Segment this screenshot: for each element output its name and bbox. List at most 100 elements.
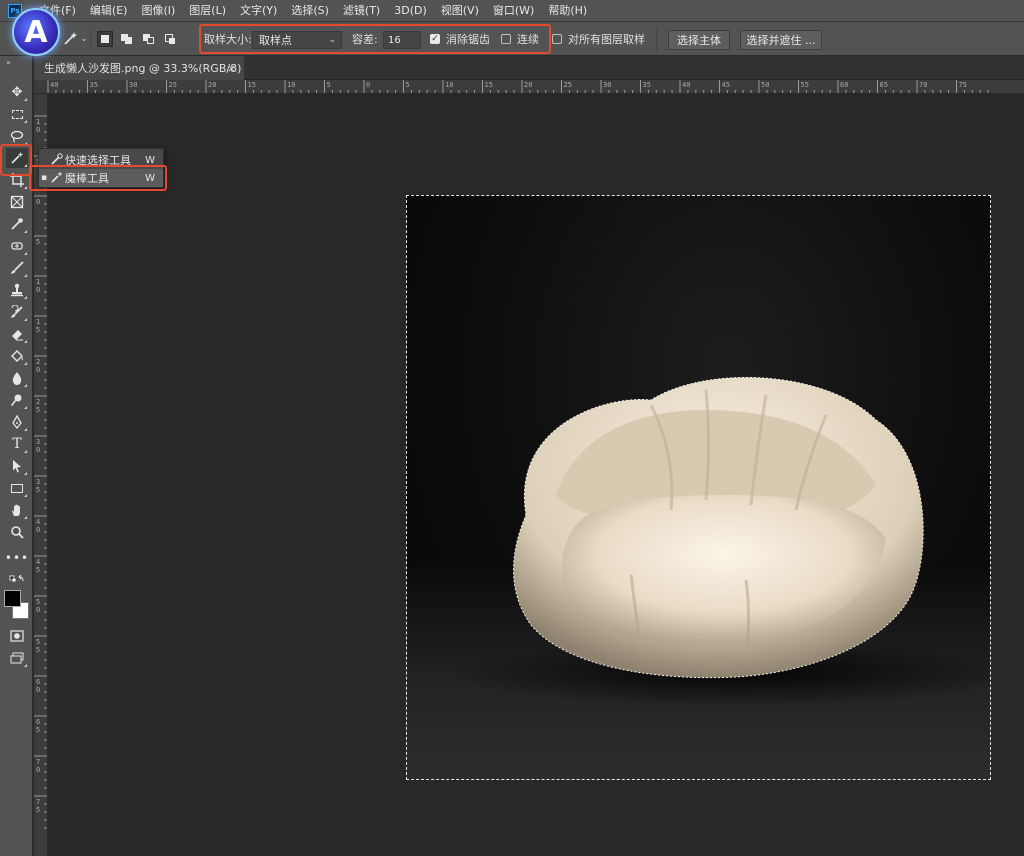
brush-tool-icon[interactable] xyxy=(6,258,28,278)
sample-all-layers-label: 对所有图层取样 xyxy=(568,33,645,46)
tolerance-input[interactable]: 16 xyxy=(383,31,421,49)
menu-view[interactable]: 视图(V) xyxy=(434,0,486,22)
ruler-label: 6 5 xyxy=(36,718,41,734)
rectangle-tool-icon[interactable] xyxy=(6,478,28,498)
crop-tool-icon[interactable] xyxy=(6,170,28,190)
menu-window[interactable]: 窗口(W) xyxy=(486,0,541,22)
menu-select[interactable]: 选择(S) xyxy=(284,0,336,22)
hand-tool-icon[interactable] xyxy=(6,500,28,520)
ruler-label: 30 xyxy=(129,81,138,89)
clone-stamp-tool-icon[interactable] xyxy=(6,280,28,300)
ruler-label: 4 5 xyxy=(36,558,41,574)
document-tab[interactable]: 生成懒人沙发图.png @ 33.3%(RGB/8) × xyxy=(34,56,244,80)
marquee-tool-icon[interactable] xyxy=(6,104,28,124)
antialias-label: 消除锯齿 xyxy=(446,33,490,46)
vertical-ruler[interactable]: 1 05051 01 52 02 53 03 54 04 55 05 56 06… xyxy=(34,94,48,856)
selected-dot-icon: ▪ xyxy=(40,173,48,183)
ruler-label: 2 5 xyxy=(36,398,41,414)
menu-edit[interactable]: 编辑(E) xyxy=(83,0,135,22)
ruler-label: 75 xyxy=(958,81,967,89)
zoom-tool-icon[interactable] xyxy=(6,522,28,542)
ruler-label: 65 xyxy=(879,81,888,89)
ruler-label: 35 xyxy=(642,81,651,89)
ruler-label: 15 xyxy=(247,81,256,89)
select-and-mask-button[interactable]: 选择并遮住 ... xyxy=(740,30,822,50)
contiguous-checkbox[interactable]: 连续 xyxy=(501,31,539,47)
tool-preset-icon[interactable]: ⌄ xyxy=(62,31,88,47)
ruler-label: 10 xyxy=(287,81,296,89)
document-tab-title: 生成懒人沙发图.png @ 33.3%(RGB/8) xyxy=(44,62,242,75)
ruler-label: 5 xyxy=(36,238,41,246)
collapse-arrows-icon[interactable]: » xyxy=(6,58,11,67)
screen-mode-icon[interactable] xyxy=(6,648,28,668)
document-image[interactable] xyxy=(406,195,991,780)
ruler-label: 3 0 xyxy=(36,438,41,454)
checkbox-unchecked-icon xyxy=(552,34,562,44)
checkbox-unchecked-icon xyxy=(501,34,511,44)
ruler-label: 25 xyxy=(563,81,572,89)
menu-image[interactable]: 图像(I) xyxy=(134,0,182,22)
frame-tool-icon[interactable] xyxy=(6,192,28,212)
quick-selection-icon xyxy=(49,152,65,168)
antialias-checkbox[interactable]: ✓ 消除锯齿 xyxy=(430,31,490,47)
contiguous-label: 连续 xyxy=(517,33,539,46)
swap-colors-icon[interactable] xyxy=(6,570,28,590)
add-to-selection-mode-icon[interactable] xyxy=(120,32,134,46)
healing-brush-tool-icon[interactable] xyxy=(6,236,28,256)
eyedropper-tool-icon[interactable] xyxy=(6,214,28,234)
history-brush-tool-icon[interactable] xyxy=(6,302,28,322)
ruler-label: 40 xyxy=(682,81,691,89)
type-tool-icon[interactable]: T xyxy=(6,434,28,454)
ruler-label: 7 5 xyxy=(36,798,41,814)
ruler-label: 25 xyxy=(168,81,177,89)
move-tool-icon[interactable]: ✥ xyxy=(6,82,28,102)
chevron-down-icon: ⌄ xyxy=(328,35,336,45)
menu-filter[interactable]: 滤镜(T) xyxy=(336,0,387,22)
ruler-label: 1 0 xyxy=(36,118,41,134)
watermark-logo-badge: A xyxy=(12,8,60,56)
select-subject-button[interactable]: 选择主体 xyxy=(668,30,730,50)
new-selection-mode-icon[interactable] xyxy=(97,31,113,47)
menu-layer[interactable]: 图层(L) xyxy=(182,0,233,22)
sample-size-label: 取样大小: xyxy=(204,33,252,46)
magic-wand-tool-icon[interactable] xyxy=(6,148,28,168)
ruler-label: 35 xyxy=(89,81,98,89)
flyout-item-magic-wand[interactable]: ▪ 魔棒工具 W xyxy=(39,169,163,187)
canvas-area[interactable] xyxy=(49,95,1024,856)
ruler-label: 5 xyxy=(405,81,410,89)
checkbox-checked-icon: ✓ xyxy=(430,33,440,44)
paint-bucket-tool-icon[interactable] xyxy=(6,346,28,366)
intersect-selection-mode-icon[interactable] xyxy=(164,32,178,46)
menu-3d[interactable]: 3D(D) xyxy=(387,0,434,22)
ruler-label: 20 xyxy=(524,81,533,89)
quick-mask-icon[interactable] xyxy=(6,626,28,646)
menu-help[interactable]: 帮助(H) xyxy=(541,0,594,22)
horizontal-ruler[interactable]: 40 35 30 25 20 15 10 5 0 5 10 15 20 25 30 35 40 45 50 55 60 6… xyxy=(34,80,1024,94)
ruler-label: 45 xyxy=(721,81,730,89)
pen-tool-icon[interactable] xyxy=(6,412,28,432)
subtract-from-selection-mode-icon[interactable] xyxy=(142,32,156,46)
ruler-label: 5 0 xyxy=(36,598,41,614)
blur-tool-icon[interactable] xyxy=(6,368,28,388)
close-tab-icon[interactable]: × xyxy=(227,62,236,75)
ruler-label: 1 5 xyxy=(36,318,41,334)
tolerance-label: 容差: xyxy=(352,33,378,46)
dodge-tool-icon[interactable] xyxy=(6,390,28,410)
more-tools-icon[interactable]: ••• xyxy=(5,548,28,568)
path-selection-tool-icon[interactable] xyxy=(6,456,28,476)
ruler-label: 15 xyxy=(484,81,493,89)
eraser-tool-icon[interactable] xyxy=(6,324,28,344)
flyout-item-quick-selection[interactable]: 快速选择工具 W xyxy=(39,151,163,169)
separator xyxy=(90,29,91,51)
ruler-label: 60 xyxy=(840,81,849,89)
foreground-color-swatch[interactable] xyxy=(4,590,21,607)
sample-all-layers-checkbox[interactable]: 对所有图层取样 xyxy=(552,31,645,47)
sample-size-select[interactable]: 取样点 ⌄ xyxy=(252,31,342,49)
menu-type[interactable]: 文字(Y) xyxy=(233,0,284,22)
ruler-label: 7 0 xyxy=(36,758,41,774)
lasso-tool-icon[interactable] xyxy=(6,126,28,146)
ruler-label: 20 xyxy=(208,81,217,89)
photoshop-window: Ps 文件(F) 编辑(E) 图像(I) 图层(L) 文字(Y) 选择(S) 滤… xyxy=(0,0,1024,856)
ruler-label: 0 xyxy=(366,81,371,89)
ruler-label: 2 0 xyxy=(36,358,41,374)
